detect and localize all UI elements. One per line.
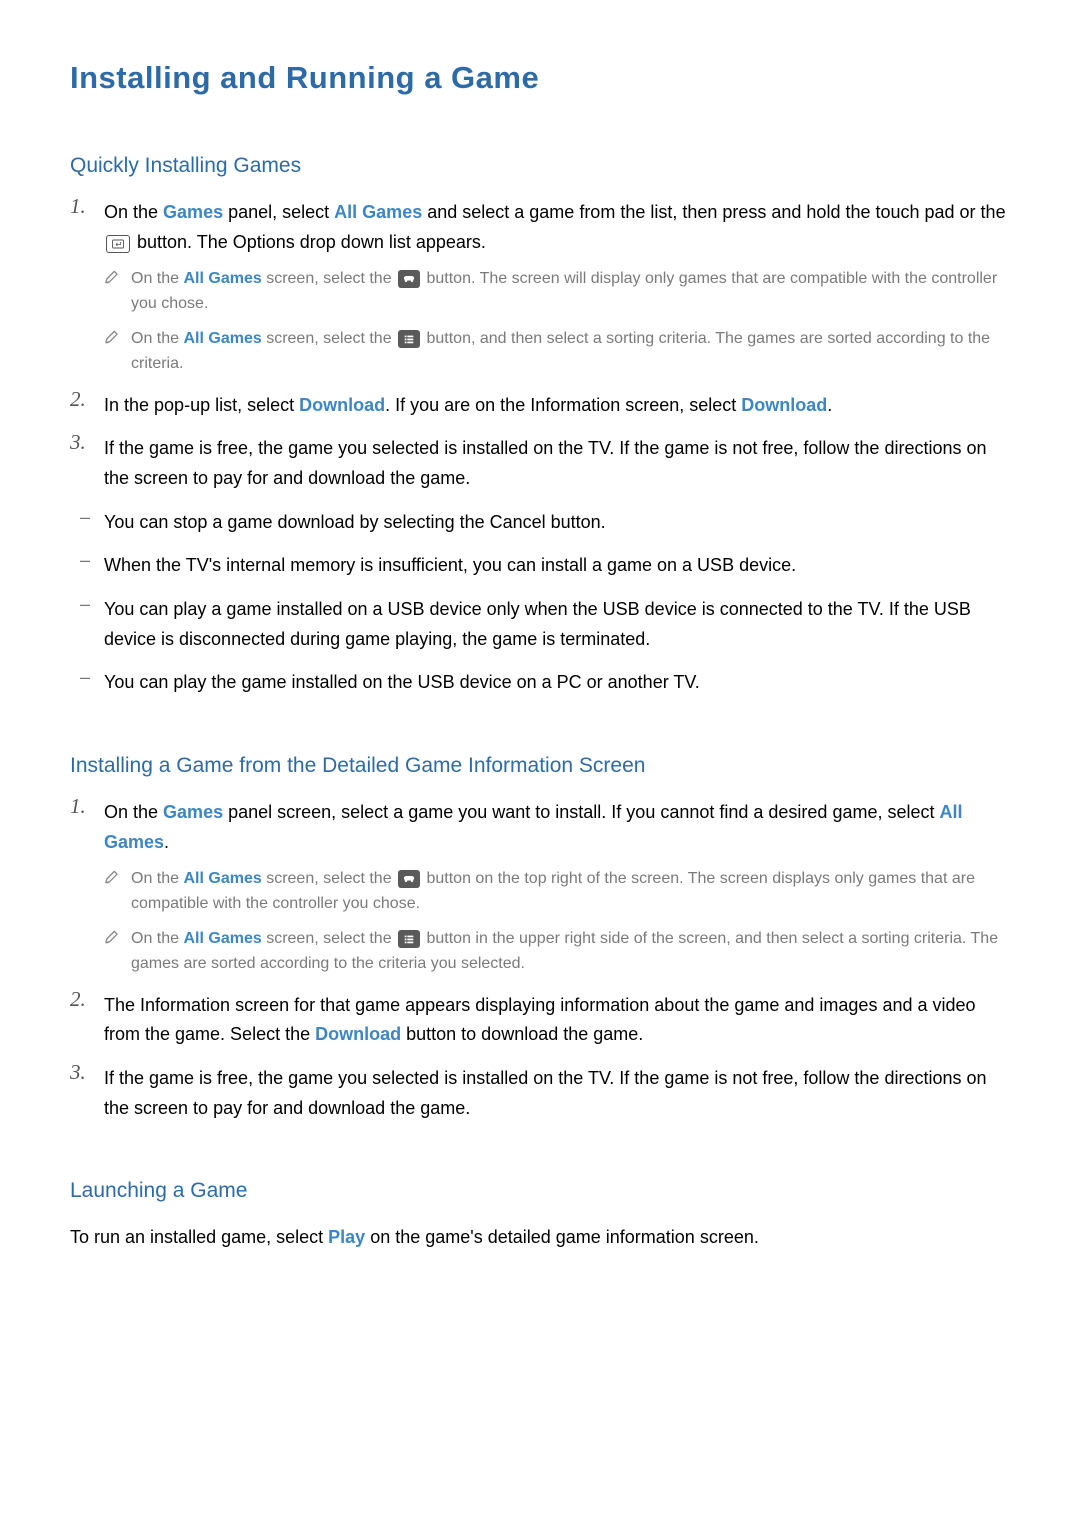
pencil-icon — [104, 269, 119, 285]
section2-note1: On the All Games screen, select the butt… — [104, 867, 1010, 917]
text-run: screen, select the — [262, 330, 396, 347]
text-run: On the — [131, 270, 183, 287]
text-run: screen, select the — [262, 870, 396, 887]
text-run: panel screen, select a game you want to … — [223, 802, 939, 822]
controller-button-icon — [398, 270, 420, 288]
section2-step2: The Information screen for that game app… — [70, 991, 1010, 1050]
text-run: on the game's detailed game information … — [365, 1227, 759, 1247]
controller-button-icon — [398, 870, 420, 888]
link-download: Download — [315, 1024, 401, 1044]
text-paragraph: You can play the game installed on the U… — [104, 668, 1010, 698]
text-paragraph: If the game is free, the game you select… — [104, 434, 1010, 493]
link-all-games: All Games — [183, 870, 261, 887]
text-run: In the pop-up list, select — [104, 395, 299, 415]
section1-dash1: You can stop a game download by selectin… — [70, 508, 1010, 538]
link-play: Play — [328, 1227, 365, 1247]
link-all-games: All Games — [334, 202, 422, 222]
text-run: On the — [104, 802, 163, 822]
text-run: screen, select the — [262, 930, 396, 947]
text-run: To run an installed game, select — [70, 1227, 328, 1247]
link-games: Games — [163, 802, 223, 822]
pencil-icon — [104, 869, 119, 885]
section1-heading: Quickly Installing Games — [70, 154, 1010, 178]
link-all-games: All Games — [183, 330, 261, 347]
text-run: On the — [131, 930, 183, 947]
text-run: . — [164, 832, 169, 852]
text-run: screen, select the — [262, 270, 396, 287]
link-download: Download — [299, 395, 385, 415]
list-button-icon — [398, 930, 420, 948]
section1-step1: On the Games panel, select All Games and… — [70, 198, 1010, 377]
section2-heading: Installing a Game from the Detailed Game… — [70, 754, 1010, 778]
section1-step2: In the pop-up list, select Download. If … — [70, 391, 1010, 421]
text-paragraph: If the game is free, the game you select… — [104, 1064, 1010, 1123]
enter-button-icon — [106, 235, 130, 253]
section1-note1: On the All Games screen, select the butt… — [104, 267, 1010, 317]
section3-heading: Launching a Game — [70, 1179, 1010, 1203]
section2-note2: On the All Games screen, select the butt… — [104, 927, 1010, 977]
list-button-icon — [398, 330, 420, 348]
section1-note2: On the All Games screen, select the butt… — [104, 327, 1010, 377]
link-all-games: All Games — [183, 270, 261, 287]
text-run: On the — [104, 202, 163, 222]
page-title: Installing and Running a Game — [70, 60, 1010, 96]
section2-step1: On the Games panel screen, select a game… — [70, 798, 1010, 977]
section1-dash4: You can play the game installed on the U… — [70, 668, 1010, 698]
text-paragraph: You can play a game installed on a USB d… — [104, 595, 1010, 654]
text-run: On the — [131, 870, 183, 887]
text-run: . — [827, 395, 832, 415]
section1-dash2: When the TV's internal memory is insuffi… — [70, 551, 1010, 581]
text-run: panel, select — [223, 202, 334, 222]
link-all-games: All Games — [183, 930, 261, 947]
section1-step3: If the game is free, the game you select… — [70, 434, 1010, 493]
text-run: and select a game from the list, then pr… — [422, 202, 1005, 222]
text-paragraph: You can stop a game download by selectin… — [104, 508, 1010, 538]
text-paragraph: When the TV's internal memory is insuffi… — [104, 551, 1010, 581]
pencil-icon — [104, 929, 119, 945]
text-run: On the — [131, 330, 183, 347]
text-run: button to download the game. — [401, 1024, 643, 1044]
link-games: Games — [163, 202, 223, 222]
section2-step3: If the game is free, the game you select… — [70, 1064, 1010, 1123]
section1-dash3: You can play a game installed on a USB d… — [70, 595, 1010, 654]
link-download: Download — [741, 395, 827, 415]
pencil-icon — [104, 329, 119, 345]
text-run: . If you are on the Information screen, … — [385, 395, 741, 415]
text-run: button. The Options drop down list appea… — [132, 232, 486, 252]
